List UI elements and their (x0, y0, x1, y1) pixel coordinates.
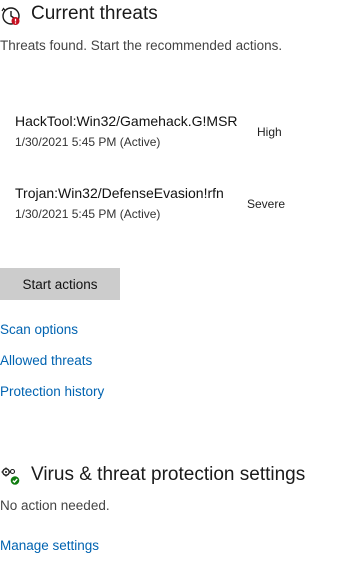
start-actions-button[interactable]: Start actions (0, 268, 120, 300)
threat-name: Trojan:Win32/DefenseEvasion!rfn (15, 185, 224, 201)
threat-severity: Severe (247, 197, 286, 211)
settings-status-text: No action needed. (0, 498, 110, 513)
protection-history-link[interactable]: Protection history (0, 384, 104, 399)
threat-name: HackTool:Win32/Gamehack.G!MSR (15, 113, 238, 129)
threat-item[interactable]: HackTool:Win32/Gamehack.G!MSR 1/30/2021 … (15, 113, 315, 153)
settings-gears-check-icon (0, 465, 22, 487)
settings-section-title: Virus & threat protection settings (31, 464, 306, 485)
scan-options-link[interactable]: Scan options (0, 322, 78, 337)
threat-date: 1/30/2021 5:45 PM (Active) (15, 207, 161, 221)
history-clock-icon (0, 5, 22, 27)
current-threats-title: Current threats (31, 3, 158, 24)
threat-item[interactable]: Trojan:Win32/DefenseEvasion!rfn 1/30/202… (15, 185, 315, 225)
allowed-threats-link[interactable]: Allowed threats (0, 353, 92, 368)
threat-date: 1/30/2021 5:45 PM (Active) (15, 135, 161, 149)
current-threats-subtitle: Threats found. Start the recommended act… (0, 38, 283, 53)
threat-severity: High (257, 125, 282, 139)
manage-settings-link[interactable]: Manage settings (0, 538, 99, 553)
